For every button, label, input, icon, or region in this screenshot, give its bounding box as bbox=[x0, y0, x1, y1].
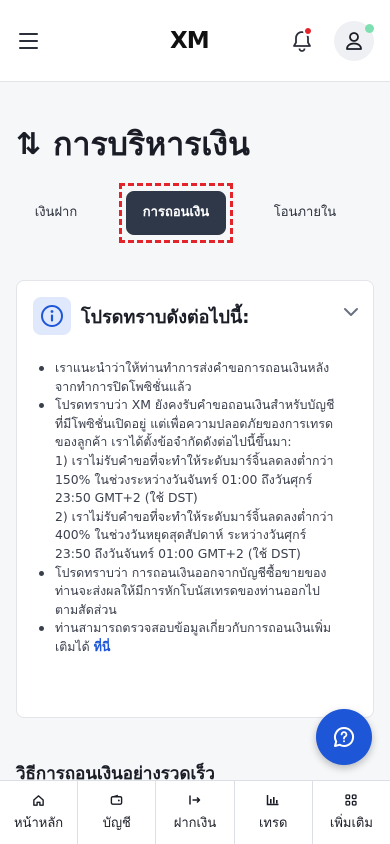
list-item: โปรดทราบว่า XM ยังคงรับคำขอถอนเงินสำหรับ… bbox=[37, 396, 357, 563]
online-status-dot bbox=[365, 24, 374, 33]
list-item: เราแนะนำว่าให้ท่านทำการส่งคำขอการถอนเงิน… bbox=[37, 359, 357, 396]
hamburger-icon[interactable] bbox=[19, 33, 38, 49]
notice-title: โปรดทราบดังต่อไปนี้: bbox=[81, 306, 250, 328]
notice-text-line: ตามสัดส่วน bbox=[55, 601, 117, 617]
nav-more-label: เพิ่มเติม bbox=[329, 816, 373, 831]
notice-text-line: 1) เราไม่รับคำขอที่จะทำให้ระดับมาร์จิ้นล… bbox=[55, 452, 334, 468]
notification-badge bbox=[303, 26, 313, 36]
chat-help-icon bbox=[334, 726, 355, 747]
notice-card: โปรดทราบดังต่อไปนี้: เราแนะนำว่าให้ท่านท… bbox=[16, 280, 374, 718]
notice-text-line: ของลูกค้า เราได้ตั้งข้อจำกัดดังต่อไปนี้ข… bbox=[55, 434, 292, 450]
notice-text-line: เติมได้ ที่นี่ bbox=[55, 638, 357, 657]
notice-text-line: 400% ในช่วงวันหยุดสุดสัปดาห์ ระหว่างวันศ… bbox=[55, 527, 307, 543]
notice-text-line: 2) เราไม่รับคำขอที่จะทำให้ระดับมาร์จิ้นล… bbox=[55, 508, 334, 524]
notice-text-line: โปรดทราบว่า XM ยังคงรับคำขอถอนเงินสำหรับ… bbox=[55, 397, 335, 413]
notice-text-fragment: เติมได้ bbox=[55, 638, 90, 654]
notice-text-line: 23:50 GMT+2 (ใช้ DST) bbox=[55, 490, 198, 506]
notice-header[interactable]: โปรดทราบดังต่อไปนี้: bbox=[33, 297, 357, 335]
notice-text-line: จากทำการปิดโพซิชั่นแล้ว bbox=[55, 378, 192, 394]
notice-text-line: 150% ในช่วงระหว่างวันจันทร์ 01:00 ถึงวัน… bbox=[55, 471, 313, 487]
notice-text-line: ที่มีโพซิชั่นเปิดอยู่ แต่เพื่อความปลอดภั… bbox=[55, 415, 334, 431]
nav-trade-label: เทรด bbox=[258, 816, 288, 831]
list-item: ท่านสามารถตรวจสอบข้อมูลเกี่ยวกับการถอนเง… bbox=[37, 619, 357, 656]
nav-account[interactable]: บัญชี bbox=[78, 781, 157, 844]
deposit-arrow-icon bbox=[188, 792, 202, 808]
arrows-up-down-icon: ⇅ bbox=[16, 126, 42, 162]
brand-logo[interactable]: XM bbox=[170, 29, 210, 53]
notice-text-line: 23:50 ถึงวันจันทร์ 01:00 GMT+2 (ใช้ DST) bbox=[55, 545, 301, 561]
more-info-link[interactable]: ที่นี่ bbox=[94, 639, 111, 654]
notice-list: เราแนะนำว่าให้ท่านทำการส่งคำขอการถอนเงิน… bbox=[37, 359, 357, 657]
notice-text-line: โปรดทราบว่า การถอนเงินออกจากบัญชีซื้อขาย… bbox=[55, 564, 327, 580]
nav-account-label: บัญชี bbox=[102, 816, 131, 831]
notice-text-line: ท่านสามารถตรวจสอบข้อมูลเกี่ยวกับการถอนเง… bbox=[55, 620, 332, 636]
tab-deposit[interactable]: เงินฝาก bbox=[16, 191, 96, 235]
notice-text-line: ท่านจะส่งผลให้มีการหักโบนัสเทรดของท่านออ… bbox=[55, 583, 320, 599]
chat-help-button[interactable] bbox=[316, 709, 372, 765]
page-title: ⇅ การบริหารเงิน bbox=[16, 120, 250, 168]
tab-internal-transfer[interactable]: โอนภายใน bbox=[255, 191, 355, 235]
wallet-icon bbox=[110, 792, 123, 808]
chevron-down-icon[interactable] bbox=[343, 307, 359, 317]
page-title-text: การบริหารเงิน bbox=[53, 124, 250, 163]
nav-home[interactable]: หน้าหลัก bbox=[0, 781, 79, 844]
tab-withdrawal[interactable]: การถอนเงิน bbox=[126, 191, 226, 235]
grid-icon bbox=[345, 792, 358, 808]
nav-more[interactable]: เพิ่มเติม bbox=[313, 781, 390, 844]
bottom-navigation: หน้าหลัก บัญชี ฝากเงิน เทรด เพิ่มเติม bbox=[0, 780, 390, 844]
nav-home-label: หน้าหลัก bbox=[14, 816, 64, 831]
user-icon bbox=[346, 32, 362, 50]
info-icon bbox=[33, 297, 71, 335]
nav-deposit[interactable]: ฝากเงิน bbox=[156, 781, 235, 844]
home-icon bbox=[32, 792, 45, 808]
notice-text-line: เราแนะนำว่าให้ท่านทำการส่งคำขอการถอนเงิน… bbox=[55, 360, 330, 375]
chart-icon bbox=[266, 792, 280, 808]
top-bar: XM bbox=[0, 0, 390, 82]
nav-deposit-label: ฝากเงิน bbox=[173, 816, 217, 831]
list-item: โปรดทราบว่า การถอนเงินออกจากบัญชีซื้อขาย… bbox=[37, 564, 357, 620]
nav-trade[interactable]: เทรด bbox=[235, 781, 313, 844]
